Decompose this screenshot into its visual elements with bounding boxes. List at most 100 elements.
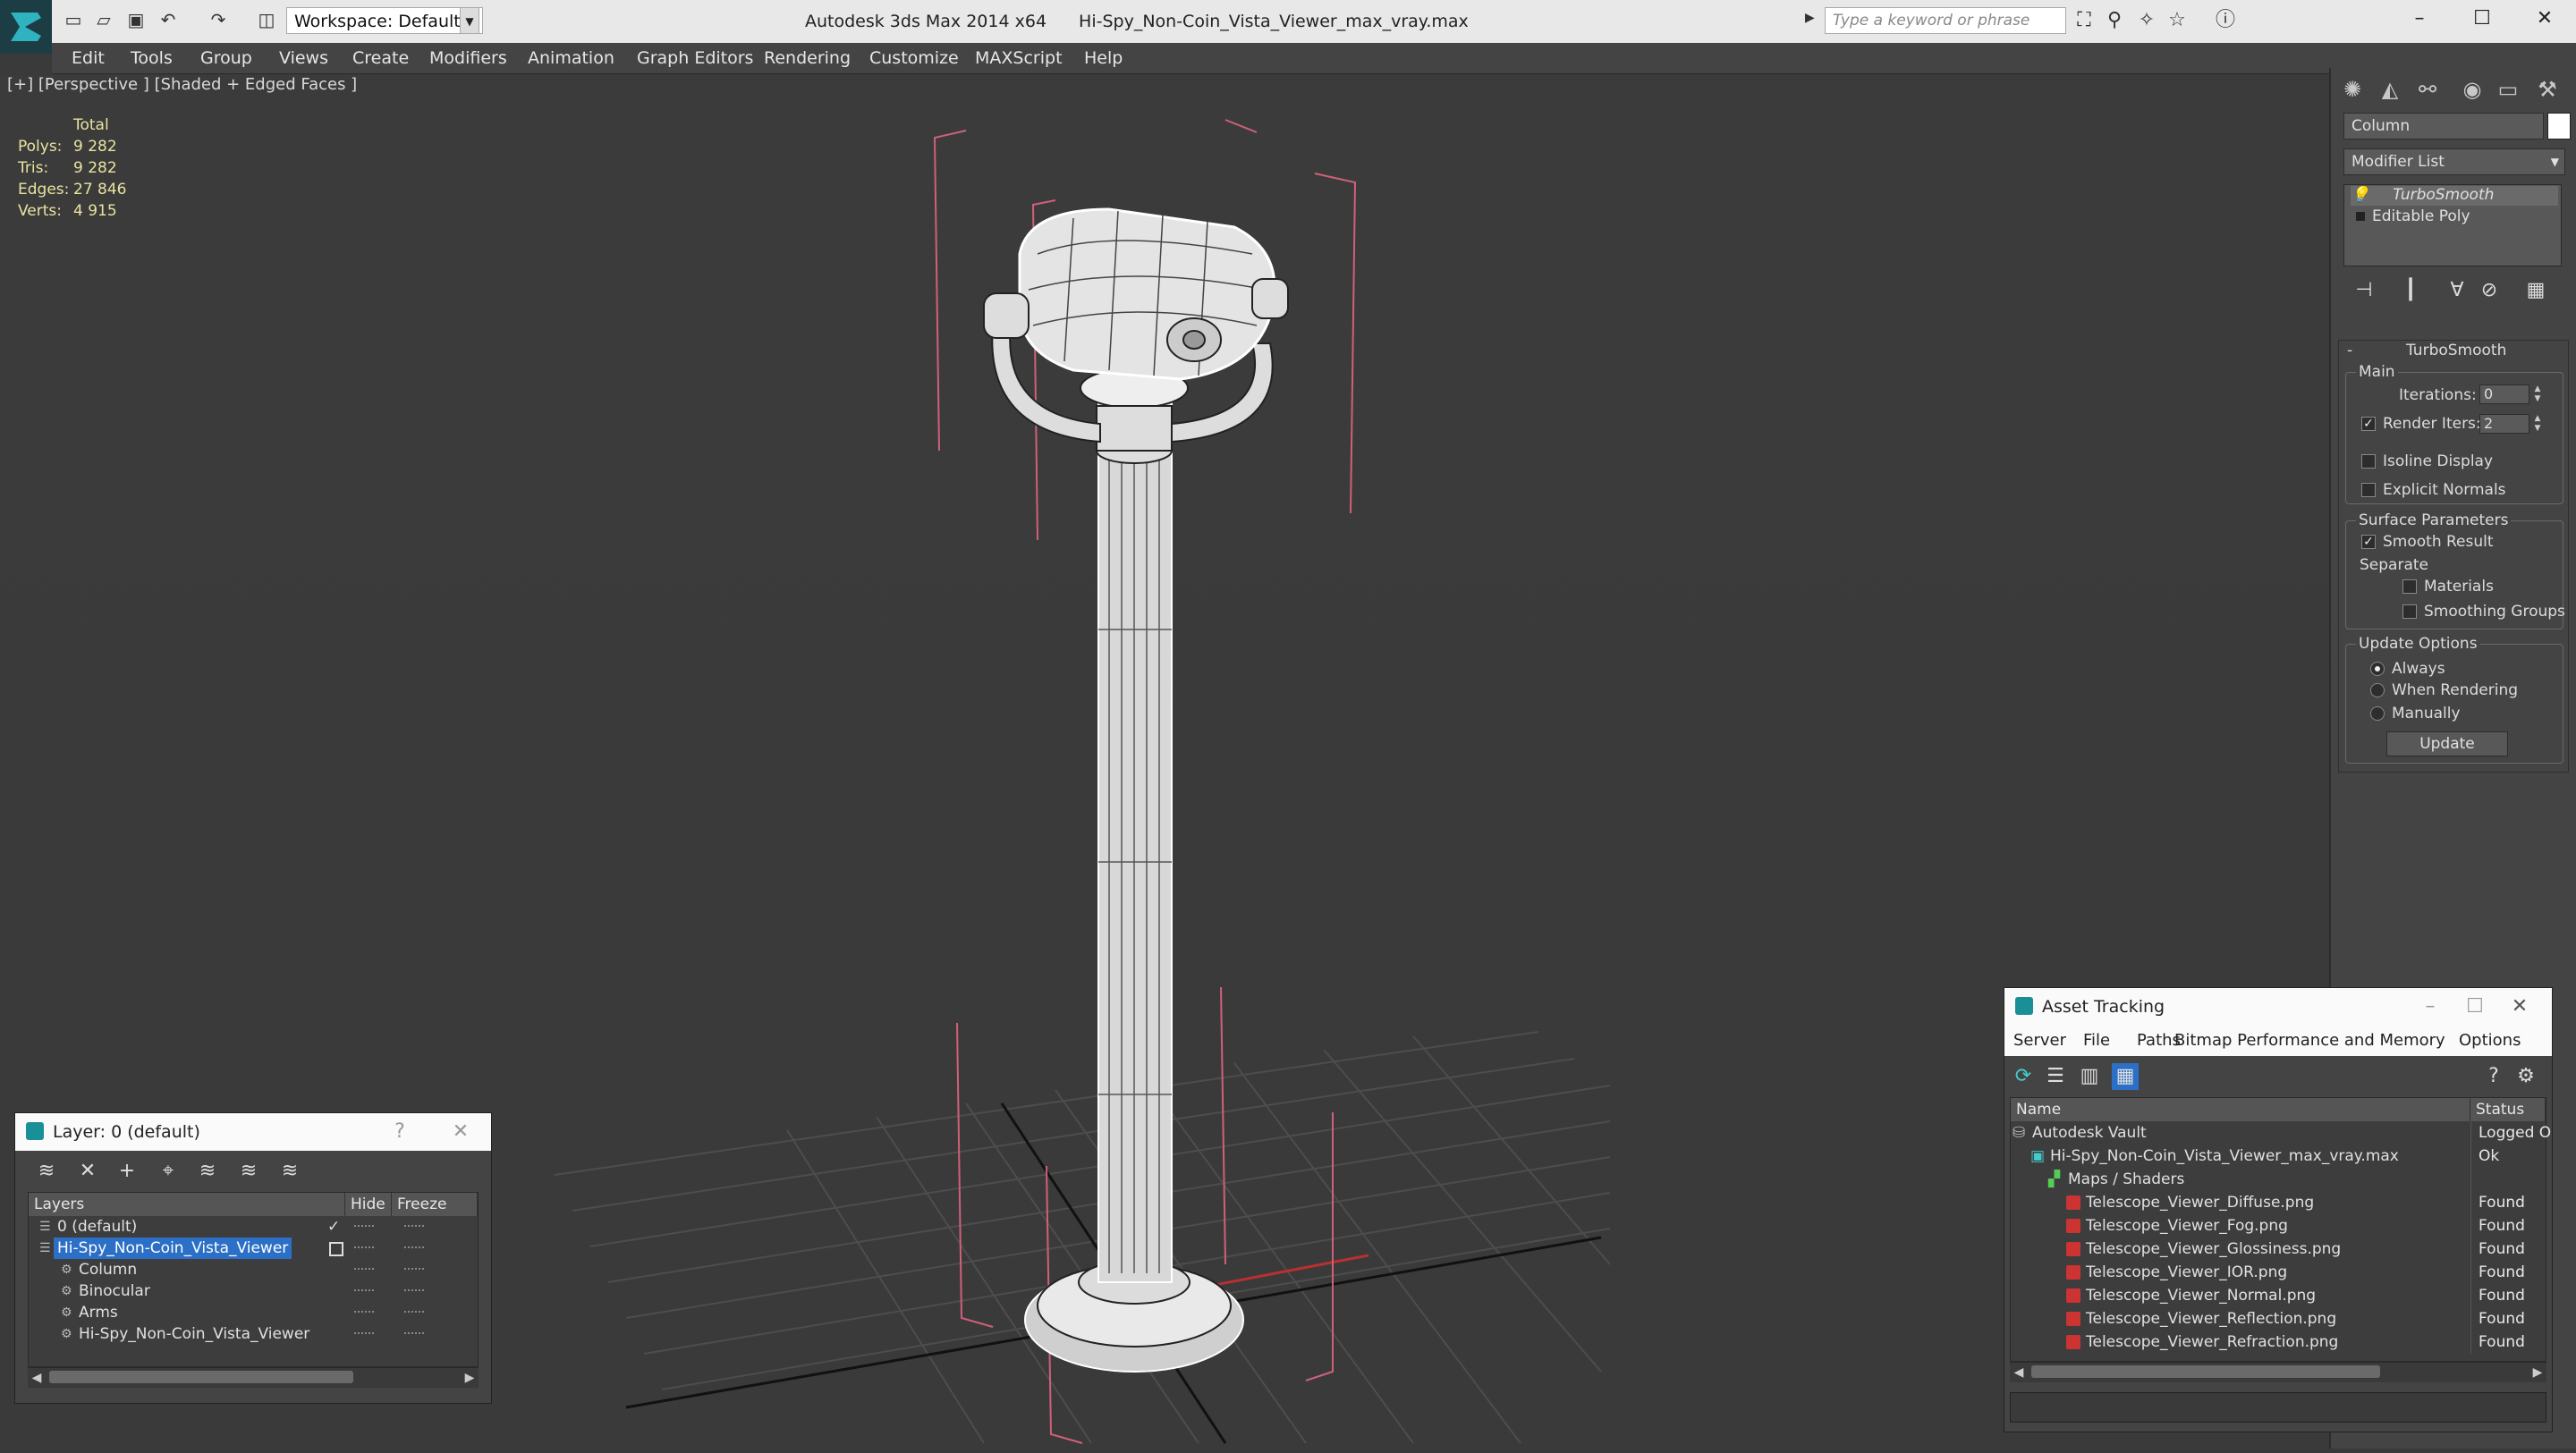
asset-row[interactable]: Telescope_Viewer_Refraction.png Found	[2011, 1331, 2546, 1354]
update-manually-radio[interactable]	[2370, 706, 2385, 721]
hide-toggle[interactable]	[354, 1289, 374, 1294]
layer-row[interactable]: ⚙ Binocular	[29, 1280, 478, 1302]
menu-create[interactable]: Create	[352, 43, 409, 73]
workspace-more-button[interactable]: ▼	[460, 7, 479, 34]
asset-settings-icon[interactable]: ⚙	[2512, 1063, 2539, 1090]
asset-row[interactable]: Telescope_Viewer_IOR.png Found	[2011, 1261, 2546, 1284]
asset-row[interactable]: ⛁ Autodesk Vault Logged O	[2011, 1121, 2551, 1145]
save-icon[interactable]: ▣	[125, 9, 147, 30]
table-view-icon[interactable]: ▦	[2112, 1063, 2139, 1090]
search-input[interactable]: Type a keyword or phrase	[1825, 7, 2066, 34]
freeze-column-header[interactable]: Freeze	[392, 1193, 478, 1216]
hide-toggle[interactable]	[354, 1268, 374, 1272]
update-when-rendering-radio[interactable]	[2370, 683, 2385, 697]
update-always-radio[interactable]	[2370, 662, 2385, 676]
asset-row[interactable]: Telescope_Viewer_Fog.png Found	[2011, 1214, 2546, 1238]
layer-row[interactable]: ☰ Hi-Spy_Non-Coin_Vista_Viewer	[29, 1238, 478, 1259]
hide-toggle[interactable]	[354, 1311, 374, 1315]
hide-all-layers-icon[interactable]: ≋	[235, 1158, 262, 1185]
menu-help[interactable]: Help	[1084, 43, 1123, 73]
layer-horizontal-scrollbar[interactable]: ◀ ▶	[28, 1367, 479, 1388]
layer-row[interactable]: ⚙ Arms	[29, 1302, 478, 1323]
menu-rendering[interactable]: Rendering	[764, 43, 851, 73]
asset-menu-file[interactable]: File	[2083, 1031, 2110, 1050]
display-tab-icon[interactable]: ▭	[2492, 73, 2524, 106]
scroll-thumb[interactable]	[2031, 1365, 2380, 1378]
layers-column-header[interactable]: Layers	[29, 1193, 345, 1216]
scroll-thumb[interactable]	[49, 1371, 353, 1383]
menu-views[interactable]: Views	[279, 43, 328, 73]
hide-toggle[interactable]	[354, 1225, 374, 1229]
hierarchy-tab-icon[interactable]: ⚯	[2411, 73, 2444, 106]
stack-item-editable-poly[interactable]: Editable Poly	[2356, 207, 2470, 225]
scroll-left-icon[interactable]: ◀	[2010, 1363, 2028, 1382]
menu-animation[interactable]: Animation	[528, 43, 614, 73]
scroll-right-icon[interactable]: ▶	[2529, 1363, 2546, 1382]
menu-group[interactable]: Group	[200, 43, 252, 73]
rollout-title[interactable]: TurboSmooth	[2406, 342, 2506, 359]
spinner-arrows-icon[interactable]: ▲ ▼	[2531, 384, 2544, 404]
utilities-tab-icon[interactable]: ⚒	[2531, 73, 2563, 106]
add-to-layer-icon[interactable]: +	[114, 1158, 140, 1185]
key-icon[interactable]: ⚲	[2102, 9, 2127, 32]
viewport-label[interactable]: [+] [Perspective ] [Shaded + Edged Faces…	[7, 75, 357, 94]
freeze-toggle[interactable]	[404, 1268, 424, 1272]
render-iters-spinner[interactable]: 2	[2479, 414, 2529, 434]
layer-window-titlebar[interactable]: Layer: 0 (default) ? ✕	[15, 1113, 491, 1151]
highlight-layer-icon[interactable]: ≋	[194, 1158, 221, 1185]
pin-stack-icon[interactable]: ⊣	[2351, 277, 2377, 304]
freeze-toggle[interactable]	[404, 1289, 424, 1294]
stack-item-turbosmooth[interactable]: 💡 TurboSmooth	[2351, 186, 2558, 206]
explicit-normals-checkbox[interactable]	[2361, 483, 2376, 497]
spinner-arrows-icon[interactable]: ▲ ▼	[2531, 414, 2544, 434]
update-button[interactable]: Update	[2386, 731, 2508, 756]
asset-row[interactable]: Telescope_Viewer_Glossiness.png Found	[2011, 1238, 2546, 1261]
help-button[interactable]: ?	[382, 1113, 418, 1151]
scroll-right-icon[interactable]: ▶	[461, 1368, 479, 1388]
isoline-display-checkbox[interactable]	[2361, 454, 2376, 469]
asset-row[interactable]: ▞ Maps / Shaders	[2011, 1168, 2546, 1191]
layer-row[interactable]: ⚙ Hi-Spy_Non-Coin_Vista_Viewer	[29, 1323, 478, 1345]
maximize-icon[interactable]: ☐	[2457, 988, 2493, 1026]
layer-row[interactable]: ☰ 0 (default) ✓	[29, 1216, 478, 1238]
scroll-left-icon[interactable]: ◀	[28, 1368, 46, 1388]
show-end-result-icon[interactable]: ┃	[2397, 277, 2424, 304]
menu-maxscript[interactable]: MAXScript	[975, 43, 1063, 73]
asset-row[interactable]: ▣ Hi-Spy_Non-Coin_Vista_Viewer_max_vray.m…	[2011, 1145, 2546, 1168]
maximize-button[interactable]: ☐	[2451, 0, 2513, 38]
make-unique-icon[interactable]: ∀	[2444, 277, 2470, 304]
modify-tab-icon[interactable]: ◭	[2374, 73, 2406, 106]
menu-tools[interactable]: Tools	[131, 43, 173, 73]
help-icon[interactable]: ⓘ	[2213, 9, 2238, 32]
app-logo[interactable]	[0, 0, 52, 54]
freeze-toggle[interactable]	[404, 1246, 424, 1251]
freeze-toggle[interactable]	[404, 1311, 424, 1315]
close-icon[interactable]: ✕	[443, 1113, 479, 1151]
object-color-swatch[interactable]	[2547, 113, 2571, 139]
asset-row[interactable]: Telescope_Viewer_Reflection.png Found	[2011, 1307, 2546, 1331]
asset-help-icon[interactable]: ?	[2480, 1063, 2507, 1090]
thumbnail-view-icon[interactable]: ▥	[2076, 1063, 2103, 1090]
configure-sets-icon[interactable]: ▦	[2522, 277, 2549, 304]
search-expand-icon[interactable]: ▶	[1805, 11, 1818, 30]
menu-graph-editors[interactable]: Graph Editors	[637, 43, 753, 73]
freeze-toggle[interactable]	[404, 1225, 424, 1229]
minimize-button[interactable]: –	[2388, 0, 2451, 38]
asset-horizontal-scrollbar[interactable]: ◀ ▶	[2010, 1362, 2546, 1382]
iterations-spinner[interactable]: 0	[2479, 384, 2529, 404]
select-objects-icon[interactable]: ⌖	[155, 1158, 182, 1185]
close-button[interactable]: ✕	[2513, 0, 2576, 38]
delete-layer-icon[interactable]: ✕	[74, 1158, 101, 1185]
undo-icon[interactable]: ↶	[157, 9, 179, 30]
asset-window-titlebar[interactable]: Asset Tracking – ☐ ✕	[2004, 988, 2552, 1026]
asset-menu-options[interactable]: Options	[2459, 1031, 2521, 1050]
motion-tab-icon[interactable]: ◉	[2456, 73, 2488, 106]
materials-checkbox[interactable]	[2402, 579, 2417, 594]
asset-menu-server[interactable]: Server	[2013, 1031, 2066, 1050]
render-iters-checkbox[interactable]: ✓	[2361, 417, 2376, 431]
status-column-header[interactable]: Status	[2470, 1098, 2546, 1121]
smoothing-groups-checkbox[interactable]	[2402, 604, 2417, 619]
hide-toggle[interactable]	[354, 1246, 374, 1251]
open-file-icon[interactable]: ▱	[93, 9, 114, 30]
asset-row[interactable]: Telescope_Viewer_Normal.png Found	[2011, 1284, 2546, 1307]
